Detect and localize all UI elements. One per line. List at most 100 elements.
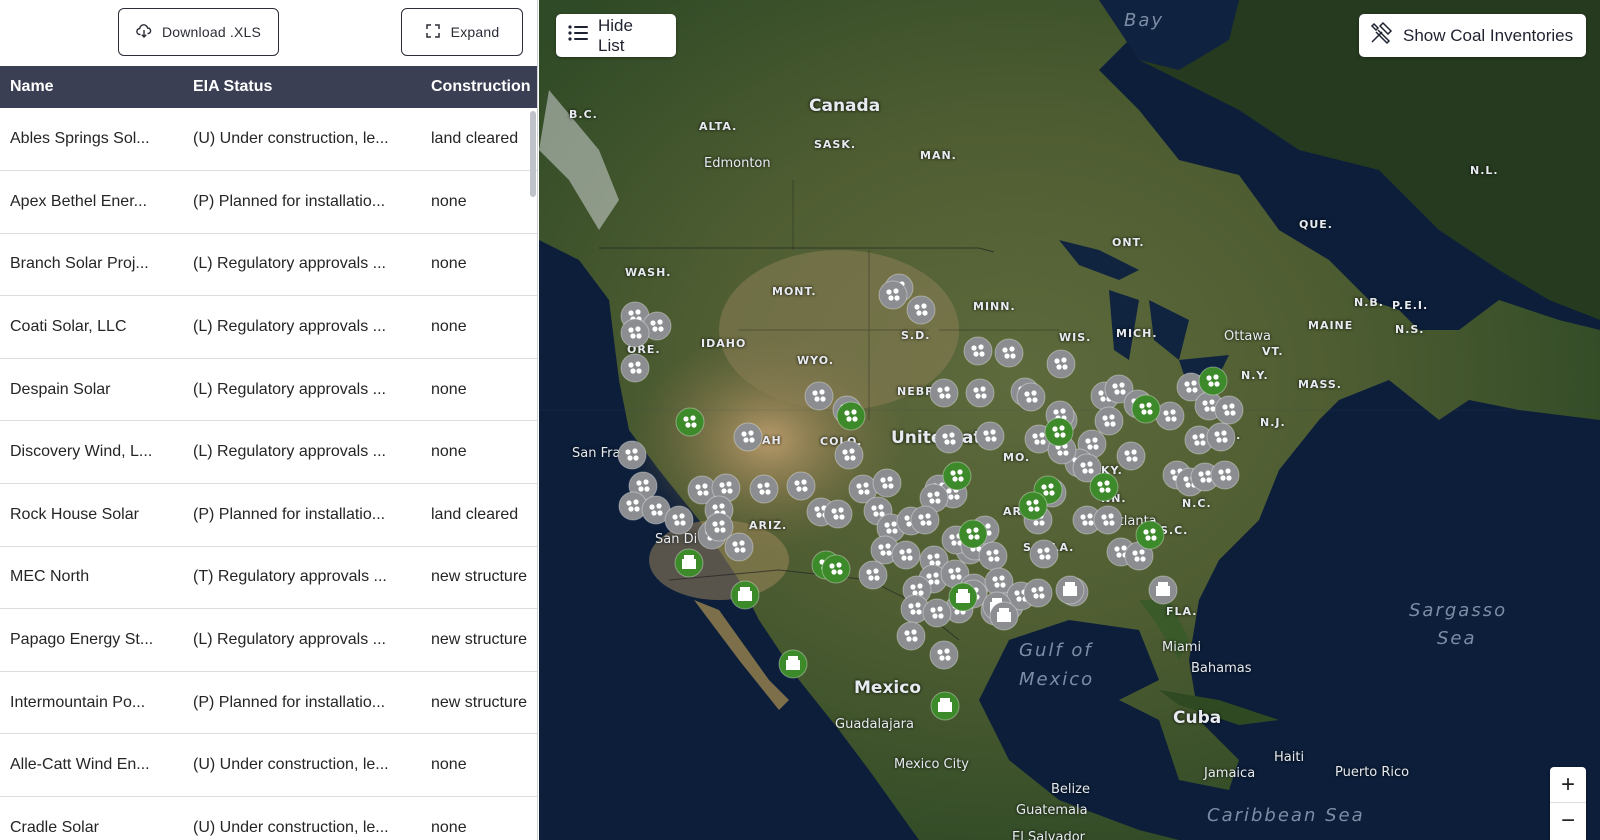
cell-name: Discovery Wind, L... xyxy=(10,443,153,461)
download-xls-button[interactable]: Download .XLS xyxy=(118,8,279,56)
plant-marker[interactable] xyxy=(1029,539,1059,569)
zoom-control: + − xyxy=(1550,767,1586,840)
cell-eia-status: (L) Regulatory approvals ... xyxy=(193,631,386,649)
hide-list-button[interactable]: Hide List xyxy=(556,14,676,57)
plant-marker[interactable] xyxy=(1206,422,1236,452)
table-row[interactable]: MEC North (T) Regulatory approvals ... new… xyxy=(0,546,537,609)
plant-marker[interactable] xyxy=(823,499,853,529)
plant-marker[interactable] xyxy=(910,505,940,535)
plant-marker[interactable] xyxy=(1023,578,1053,608)
plant-marker[interactable] xyxy=(1116,441,1146,471)
plant-marker-factory[interactable] xyxy=(730,580,760,610)
plant-marker[interactable] xyxy=(664,505,694,535)
plant-marker[interactable] xyxy=(1135,520,1165,550)
column-header-eia-status[interactable]: EIA Status xyxy=(193,66,431,108)
zoom-in-button[interactable]: + xyxy=(1550,767,1586,803)
cell-eia-status: (L) Regulatory approvals ... xyxy=(193,380,386,398)
plant-marker[interactable] xyxy=(1094,406,1124,436)
list-icon xyxy=(568,24,588,47)
plant-marker[interactable] xyxy=(906,295,936,325)
plant-marker[interactable] xyxy=(804,381,834,411)
plant-marker[interactable] xyxy=(896,621,926,651)
plant-marker[interactable] xyxy=(878,280,908,310)
cell-name: Apex Bethel Ener... xyxy=(10,192,147,210)
cell-eia-status: (U) Under construction, le... xyxy=(193,756,389,774)
plant-marker[interactable] xyxy=(929,378,959,408)
plant-marker[interactable] xyxy=(786,471,816,501)
plant-marker[interactable] xyxy=(821,554,851,584)
plant-marker[interactable] xyxy=(1046,349,1076,379)
table-row[interactable]: Ables Springs Sol... (U) Under constructi… xyxy=(0,108,537,171)
plant-marker[interactable] xyxy=(994,338,1024,368)
plant-marker[interactable] xyxy=(704,512,734,542)
plant-marker[interactable] xyxy=(749,474,779,504)
plant-marker[interactable] xyxy=(965,378,995,408)
plant-marker[interactable] xyxy=(1214,395,1244,425)
plant-marker[interactable] xyxy=(675,407,705,437)
table-row[interactable]: Discovery Wind, L... (L) Regulatory appro… xyxy=(0,421,537,484)
plant-marker-factory[interactable] xyxy=(930,691,960,721)
plant-marker[interactable] xyxy=(929,640,959,670)
map-view[interactable]: Bay Canada B.C. ALTA. SASK. MAN. Edmonton N.L. Q… xyxy=(539,0,1600,840)
coal-label: Show Coal Inventories xyxy=(1403,25,1574,45)
plant-marker[interactable] xyxy=(617,440,647,470)
plant-marker[interactable] xyxy=(836,401,866,431)
plant-marker[interactable] xyxy=(942,461,972,491)
plant-marker-factory[interactable] xyxy=(1148,575,1178,605)
plant-marker[interactable] xyxy=(934,424,964,454)
table-row[interactable]: Intermountain Po... (P) Planned for insta… xyxy=(0,671,537,734)
plant-marker[interactable] xyxy=(1044,417,1074,447)
table-row[interactable]: Branch Solar Proj... (L) Regulatory appro… xyxy=(0,233,537,296)
table-row[interactable]: Apex Bethel Ener... (P) Planned for insta… xyxy=(0,171,537,234)
cell-construction: land cleared xyxy=(431,130,519,148)
plant-marker[interactable] xyxy=(1210,460,1240,490)
plant-marker[interactable] xyxy=(958,519,988,549)
plant-marker[interactable] xyxy=(872,468,902,498)
cell-name: Cradle Solar xyxy=(10,818,99,836)
cell-construction: none xyxy=(431,756,467,774)
plant-marker[interactable] xyxy=(1089,472,1119,502)
list-toolbar: Download .XLS Expand xyxy=(0,0,537,66)
plant-marker[interactable] xyxy=(891,540,921,570)
table-row[interactable]: Rock House Solar (P) Planned for installa… xyxy=(0,484,537,547)
plant-marker-factory[interactable] xyxy=(989,601,1019,631)
expand-button[interactable]: Expand xyxy=(401,8,523,56)
plant-marker[interactable] xyxy=(620,318,650,348)
plant-marker[interactable] xyxy=(1016,382,1046,412)
table-row[interactable]: Despain Solar (L) Regulatory approvals ..… xyxy=(0,358,537,421)
cell-construction: new structure xyxy=(431,631,528,649)
plant-marker[interactable] xyxy=(1018,491,1048,521)
cell-eia-status: (P) Planned for installatio... xyxy=(193,505,386,523)
cell-eia-status: (T) Regulatory approvals ... xyxy=(193,568,387,586)
plant-marker[interactable] xyxy=(733,422,763,452)
plant-marker-factory[interactable] xyxy=(948,582,978,612)
cell-name: Branch Solar Proj... xyxy=(10,255,149,273)
table-row[interactable]: Papago Energy St... (L) Regulatory approv… xyxy=(0,609,537,672)
plant-marker[interactable] xyxy=(834,440,864,470)
zoom-out-button[interactable]: − xyxy=(1550,803,1586,839)
table-row[interactable]: Cradle Solar (U) Under construction, le..… xyxy=(0,797,537,840)
plant-marker[interactable] xyxy=(620,353,650,383)
cell-construction: new structure xyxy=(431,568,528,586)
plant-marker[interactable] xyxy=(963,336,993,366)
plant-marker[interactable] xyxy=(922,598,952,628)
plant-marker-factory[interactable] xyxy=(674,548,704,578)
column-header-construction[interactable]: Construction xyxy=(431,66,537,108)
plant-marker[interactable] xyxy=(1131,394,1161,424)
cell-name: Alle-Catt Wind En... xyxy=(10,756,150,774)
cell-name: Coati Solar, LLC xyxy=(10,318,127,336)
download-label: Download .XLS xyxy=(161,24,262,40)
plant-marker[interactable] xyxy=(978,541,1008,571)
table-row[interactable]: Coati Solar, LLC (L) Regulatory approvals… xyxy=(0,296,537,359)
plant-marker[interactable] xyxy=(975,421,1005,451)
plant-marker[interactable] xyxy=(1093,505,1123,535)
plant-marker-factory[interactable] xyxy=(778,649,808,679)
plant-marker-factory[interactable] xyxy=(1055,575,1085,605)
show-coal-inventories-button[interactable]: Show Coal Inventories xyxy=(1359,14,1586,57)
table-scrollbar[interactable] xyxy=(530,111,536,197)
plant-marker[interactable] xyxy=(1198,366,1228,396)
plant-marker[interactable] xyxy=(858,560,888,590)
table-header: Name EIA Status Construction xyxy=(0,66,537,108)
column-header-name[interactable]: Name xyxy=(0,66,193,108)
table-row[interactable]: Alle-Catt Wind En... (U) Under constructi… xyxy=(0,734,537,797)
